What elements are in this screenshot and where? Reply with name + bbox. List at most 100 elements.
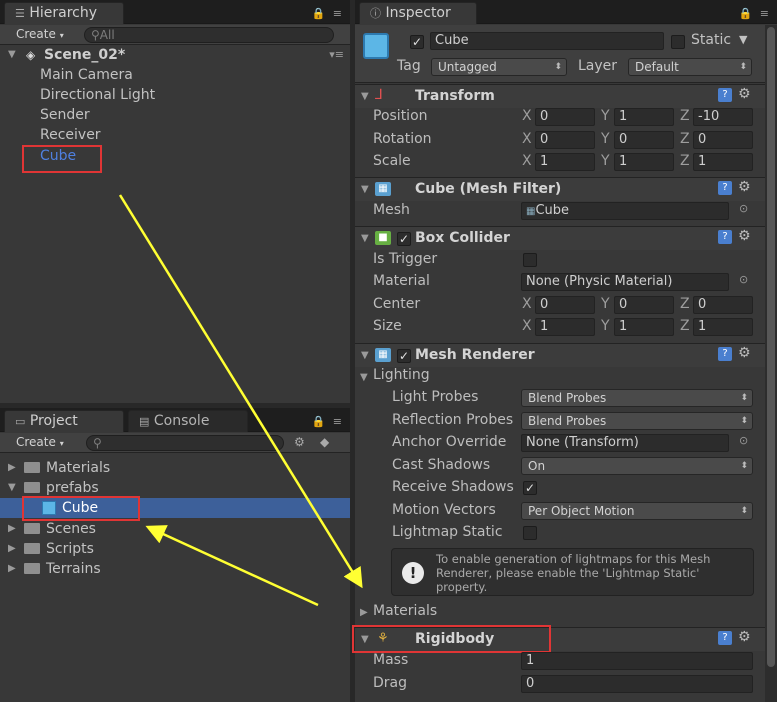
static-checkbox[interactable] <box>671 35 685 49</box>
help-book-icon[interactable]: ? <box>718 230 732 244</box>
filter-by-label-icon[interactable]: ◆ <box>320 435 329 449</box>
rotation-z-field[interactable]: 0 <box>693 131 753 149</box>
anchor-override-field[interactable]: None (Transform) <box>521 434 729 452</box>
tag-dropdown[interactable]: Untagged ⬍ <box>431 58 567 76</box>
help-book-icon[interactable]: ? <box>718 181 732 195</box>
gear-icon[interactable]: ⚙ <box>738 228 751 244</box>
tab-hierarchy[interactable]: ☰ Hierarchy <box>4 2 124 24</box>
object-name-input[interactable]: Cube <box>430 32 664 50</box>
help-book-icon[interactable]: ? <box>718 347 732 361</box>
project-item[interactable]: ▼ prefabs <box>0 478 350 498</box>
scale-z-field[interactable]: 1 <box>693 153 753 171</box>
hierarchy-item[interactable]: Sender <box>0 105 350 125</box>
lighting-label[interactable]: Lighting <box>373 367 430 383</box>
cast-shadows-dropdown[interactable]: On ⬍ <box>521 457 753 475</box>
gear-icon[interactable]: ⚙ <box>738 345 751 361</box>
tab-inspector[interactable]: ⓘ Inspector <box>359 2 477 24</box>
center-y-field[interactable]: 0 <box>614 296 674 314</box>
materials-label[interactable]: Materials <box>373 603 437 619</box>
size-y-field[interactable]: 1 <box>614 318 674 336</box>
transform-header[interactable]: ▼ ⅃ Transform ? ⚙ <box>355 84 777 108</box>
project-item-text: Terrains <box>46 561 101 577</box>
hierarchy-item[interactable]: Directional Light <box>0 85 350 105</box>
size-z-field[interactable]: 1 <box>693 318 753 336</box>
box-collider-enabled-checkbox[interactable]: ✓ <box>397 232 411 246</box>
object-header: ✓ Cube Static ▼ Tag Untagged ⬍ Layer Defa… <box>355 25 777 83</box>
mesh-filter-icon: ▦ <box>375 182 391 196</box>
materials-fold-arrow-icon[interactable]: ▶ <box>360 607 368 618</box>
project-item[interactable]: ▶ Materials <box>0 458 350 478</box>
size-x-field[interactable]: 1 <box>535 318 595 336</box>
position-x-field[interactable]: 0 <box>535 108 595 126</box>
fold-arrow-icon[interactable]: ▼ <box>361 184 369 195</box>
static-dropdown-icon[interactable]: ▼ <box>739 33 747 46</box>
project-search-input[interactable]: ⚲ <box>86 435 284 451</box>
fold-arrow-icon[interactable]: ▶ <box>8 539 16 559</box>
fold-arrow-icon[interactable]: ▼ <box>361 91 369 102</box>
hierarchy-item[interactable]: Receiver <box>0 125 350 145</box>
lightmap-static-checkbox[interactable] <box>523 526 537 540</box>
rotation-x-field[interactable]: 0 <box>535 131 595 149</box>
fold-arrow-icon[interactable]: ▶ <box>8 559 16 579</box>
is-trigger-checkbox[interactable] <box>523 253 537 267</box>
axis-y-label: Y <box>601 153 610 169</box>
reflection-probes-dropdown[interactable]: Blend Probes ⬍ <box>521 412 753 430</box>
material-label: Material <box>373 273 430 289</box>
receive-shadows-checkbox[interactable]: ✓ <box>523 481 537 495</box>
fold-arrow-icon[interactable]: ▼ <box>8 478 16 498</box>
tab-console[interactable]: ▤ Console <box>128 410 248 432</box>
center-x-field[interactable]: 0 <box>535 296 595 314</box>
create-button[interactable]: Create ▾ <box>10 434 70 451</box>
object-picker-icon[interactable]: ⊙ <box>739 202 748 215</box>
hierarchy-item[interactable]: Main Camera <box>0 65 350 85</box>
fold-arrow-icon[interactable]: ▶ <box>8 458 16 478</box>
fold-arrow-icon[interactable]: ▶ <box>8 519 16 539</box>
filter-by-type-icon[interactable]: ⚙ <box>294 435 305 449</box>
panel-menu-icon[interactable]: 🔒 ≡ <box>739 7 771 20</box>
mesh-value: Cube <box>535 203 570 218</box>
mass-field[interactable]: 1 <box>521 652 753 670</box>
create-button[interactable]: Create ▾ <box>10 26 70 43</box>
panel-menu-icon[interactable]: 🔒 ≡ <box>312 415 344 428</box>
fold-arrow-icon[interactable]: ▼ <box>361 350 369 361</box>
center-z-field[interactable]: 0 <box>693 296 753 314</box>
object-picker-icon[interactable]: ⊙ <box>739 434 748 447</box>
object-picker-icon[interactable]: ⊙ <box>739 273 748 286</box>
project-item[interactable]: ▶ Terrains <box>0 559 350 579</box>
fold-arrow-icon[interactable]: ▼ <box>8 45 16 65</box>
lighting-fold-arrow-icon[interactable]: ▼ <box>360 372 368 383</box>
rotation-y-field[interactable]: 0 <box>614 131 674 149</box>
motion-vectors-dropdown[interactable]: Per Object Motion ⬍ <box>521 502 753 520</box>
box-collider-header[interactable]: ▼ ■ ✓ Box Collider ? ⚙ <box>355 226 777 250</box>
fold-arrow-icon[interactable]: ▼ <box>361 233 369 244</box>
gear-icon[interactable]: ⚙ <box>738 629 751 645</box>
layer-value: Default <box>635 60 679 74</box>
help-book-icon[interactable]: ? <box>718 88 732 102</box>
position-z-field[interactable]: -10 <box>693 108 753 126</box>
scrollbar-thumb[interactable] <box>767 27 775 667</box>
mass-label: Mass <box>373 652 409 668</box>
scene-row[interactable]: ▼ ◈ Scene_02* ▾≡ <box>0 45 350 65</box>
scale-x-field[interactable]: 1 <box>535 153 595 171</box>
mesh-renderer-enabled-checkbox[interactable]: ✓ <box>397 349 411 363</box>
position-y-field[interactable]: 1 <box>614 108 674 126</box>
scale-y-field[interactable]: 1 <box>614 153 674 171</box>
tab-project[interactable]: ▭ Project <box>4 410 124 432</box>
mesh-renderer-header[interactable]: ▼ ▦ ✓ Mesh Renderer ? ⚙ <box>355 343 777 367</box>
panel-menu-icon[interactable]: 🔒 ≡ <box>312 7 344 20</box>
help-book-icon[interactable]: ? <box>718 631 732 645</box>
project-item[interactable]: ▶ Scenes <box>0 519 350 539</box>
gear-icon[interactable]: ⚙ <box>738 86 751 102</box>
mesh-filter-header[interactable]: ▼ ▦ Cube (Mesh Filter) ? ⚙ <box>355 177 777 201</box>
layer-dropdown[interactable]: Default ⬍ <box>628 58 752 76</box>
object-active-checkbox[interactable]: ✓ <box>410 35 424 49</box>
material-object-field[interactable]: None (Physic Material) <box>521 273 729 291</box>
light-probes-dropdown[interactable]: Blend Probes ⬍ <box>521 389 753 407</box>
gear-icon[interactable]: ⚙ <box>738 179 751 195</box>
scene-menu-icon[interactable]: ▾≡ <box>329 45 344 65</box>
drag-field[interactable]: 0 <box>521 675 753 693</box>
project-item[interactable]: ▶ Scripts <box>0 539 350 559</box>
hierarchy-search-input[interactable]: ⚲All <box>84 27 334 43</box>
mesh-object-field[interactable]: ▦Cube <box>521 202 729 220</box>
inspector-scrollbar[interactable] <box>765 25 777 702</box>
